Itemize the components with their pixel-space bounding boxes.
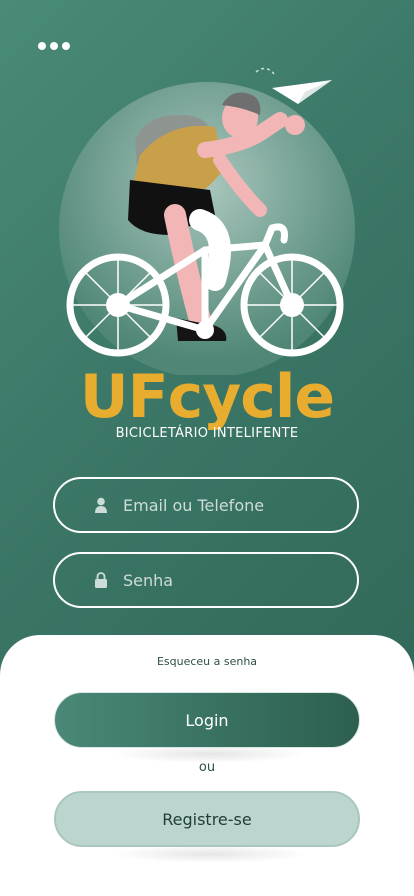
register-button-shadow xyxy=(110,845,310,863)
app-subtitle: BICICLETÁRIO INTELIFENTE xyxy=(115,426,299,441)
email-input[interactable] xyxy=(121,494,325,516)
email-field[interactable] xyxy=(53,477,359,533)
lock-icon xyxy=(91,572,111,588)
register-button[interactable]: Registre-se xyxy=(54,791,360,847)
more-dots-icon[interactable] xyxy=(38,38,72,54)
app-title: UFcycle xyxy=(79,362,335,432)
or-separator: ou xyxy=(198,760,216,775)
password-input[interactable] xyxy=(121,569,325,591)
login-button[interactable]: Login xyxy=(54,692,360,748)
forgot-password-link[interactable]: Esqueceu a senha xyxy=(0,655,414,668)
password-field[interactable] xyxy=(53,552,359,608)
user-icon xyxy=(91,497,111,513)
cyclist-illustration xyxy=(59,67,355,375)
